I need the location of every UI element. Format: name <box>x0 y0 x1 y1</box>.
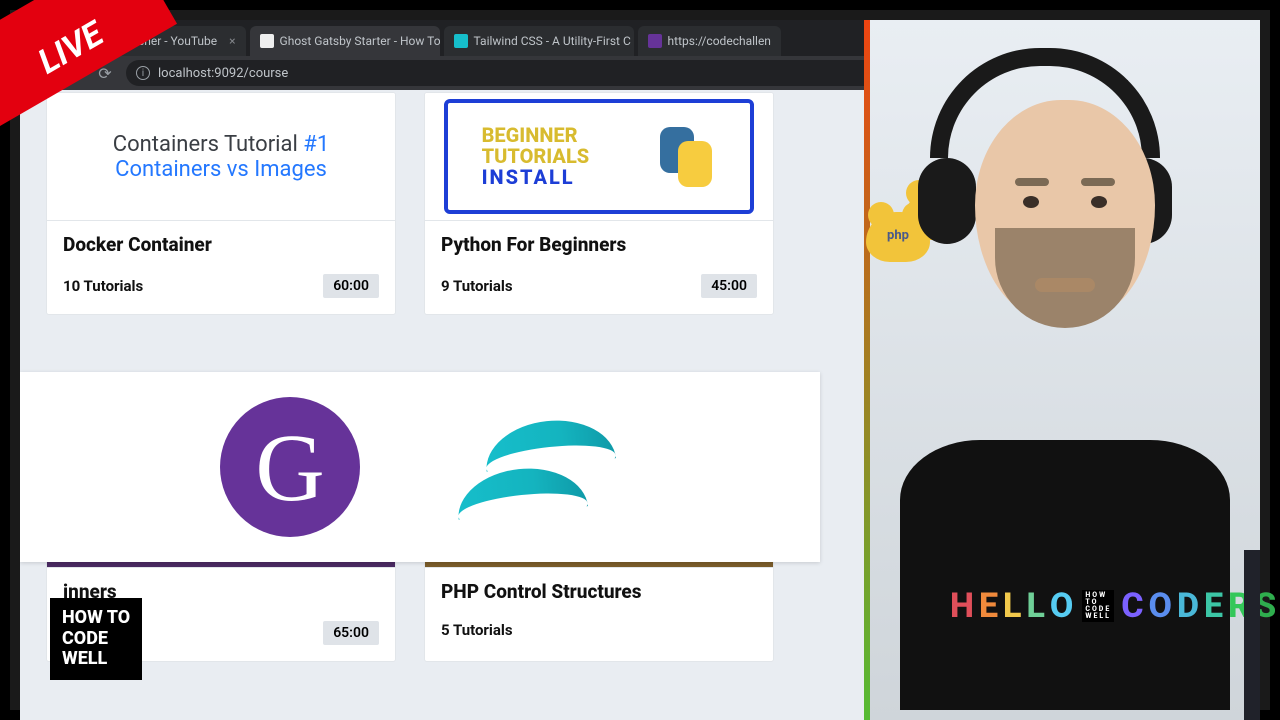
shirt-mini-badge: HOW TOCODEWELL <box>1082 590 1114 622</box>
course-card-php[interactable]: PETER FISHER PHP Control Structures 5 Tu… <box>424 545 774 662</box>
favicon-gatsby-icon <box>648 34 662 48</box>
url-bar[interactable]: i localhost:9092/course <box>126 60 880 86</box>
python-logo-icon <box>656 127 716 187</box>
duration-badge: 45:00 <box>701 274 757 298</box>
course-card-python[interactable]: BEGINNER TUTORIALS INSTALL Python For Be… <box>424 92 774 315</box>
course-grid: Containers Tutorial #1 Containers vs Ima… <box>46 92 864 315</box>
webcam-panel: php php HELLO HOW TOCODEWELL CODERS <box>870 20 1260 720</box>
course-thumbnail: Containers Tutorial #1 Containers vs Ima… <box>47 93 395 221</box>
presenter-avatar <box>910 50 1220 470</box>
tab-label: Tailwind CSS - A Utility-First C <box>474 34 631 48</box>
course-title: PHP Control Structures <box>441 580 757 603</box>
video-frame: LIVE …sher - YouTube × Ghost Gatsby Star… <box>0 0 1280 720</box>
browser-tab-tailwind[interactable]: Tailwind CSS - A Utility-First C × <box>444 26 634 56</box>
url-text: localhost:9092/course <box>158 66 288 81</box>
tutorial-count: 10 Tutorials <box>63 277 143 295</box>
browser-tab-gatsby-starter[interactable]: Ghost Gatsby Starter - How To × <box>250 26 440 56</box>
close-icon[interactable]: × <box>229 34 235 48</box>
favicon-ghost-icon <box>260 34 274 48</box>
course-thumbnail: BEGINNER TUTORIALS INSTALL <box>425 93 773 221</box>
duration-badge: 60:00 <box>323 274 379 298</box>
thumb-text: Containers Tutorial #1 Containers vs Ima… <box>113 132 329 182</box>
browser-window: …sher - YouTube × Ghost Gatsby Starter -… <box>20 20 890 720</box>
browser-tab-codechallenge[interactable]: https://codechallen <box>638 26 781 56</box>
how-to-code-well-badge: HOW TO CODE WELL <box>50 598 142 680</box>
presenter-torso <box>900 440 1230 710</box>
tab-label: Ghost Gatsby Starter - How To <box>280 34 440 48</box>
tutorial-count: 9 Tutorials <box>441 277 513 295</box>
panel-divider <box>864 20 870 720</box>
course-card-docker[interactable]: Containers Tutorial #1 Containers vs Ima… <box>46 92 396 315</box>
browser-toolbar: ← → ⟳ i localhost:9092/course <box>20 56 890 90</box>
logo-overlay-strip: G <box>20 372 820 562</box>
duration-badge: 65:00 <box>323 621 379 645</box>
course-title: Python For Beginners <box>441 233 757 256</box>
shirt-text: HELLO HOW TOCODEWELL CODERS <box>950 586 1278 626</box>
thumb-text: BEGINNER TUTORIALS INSTALL <box>482 125 590 188</box>
site-info-icon[interactable]: i <box>136 66 150 80</box>
tailwind-logo-icon <box>450 417 620 517</box>
course-title: Docker Container <box>63 233 379 256</box>
course-grid-row2: inners 65:00 PETER FISHER PHP Control St… <box>46 545 864 662</box>
tab-label: https://codechallen <box>668 34 771 48</box>
gatsby-logo-icon: G <box>220 397 360 537</box>
tutorial-count: 5 Tutorials <box>441 621 513 639</box>
stream-chat-sliver <box>1244 550 1260 720</box>
favicon-tailwind-icon <box>454 34 468 48</box>
